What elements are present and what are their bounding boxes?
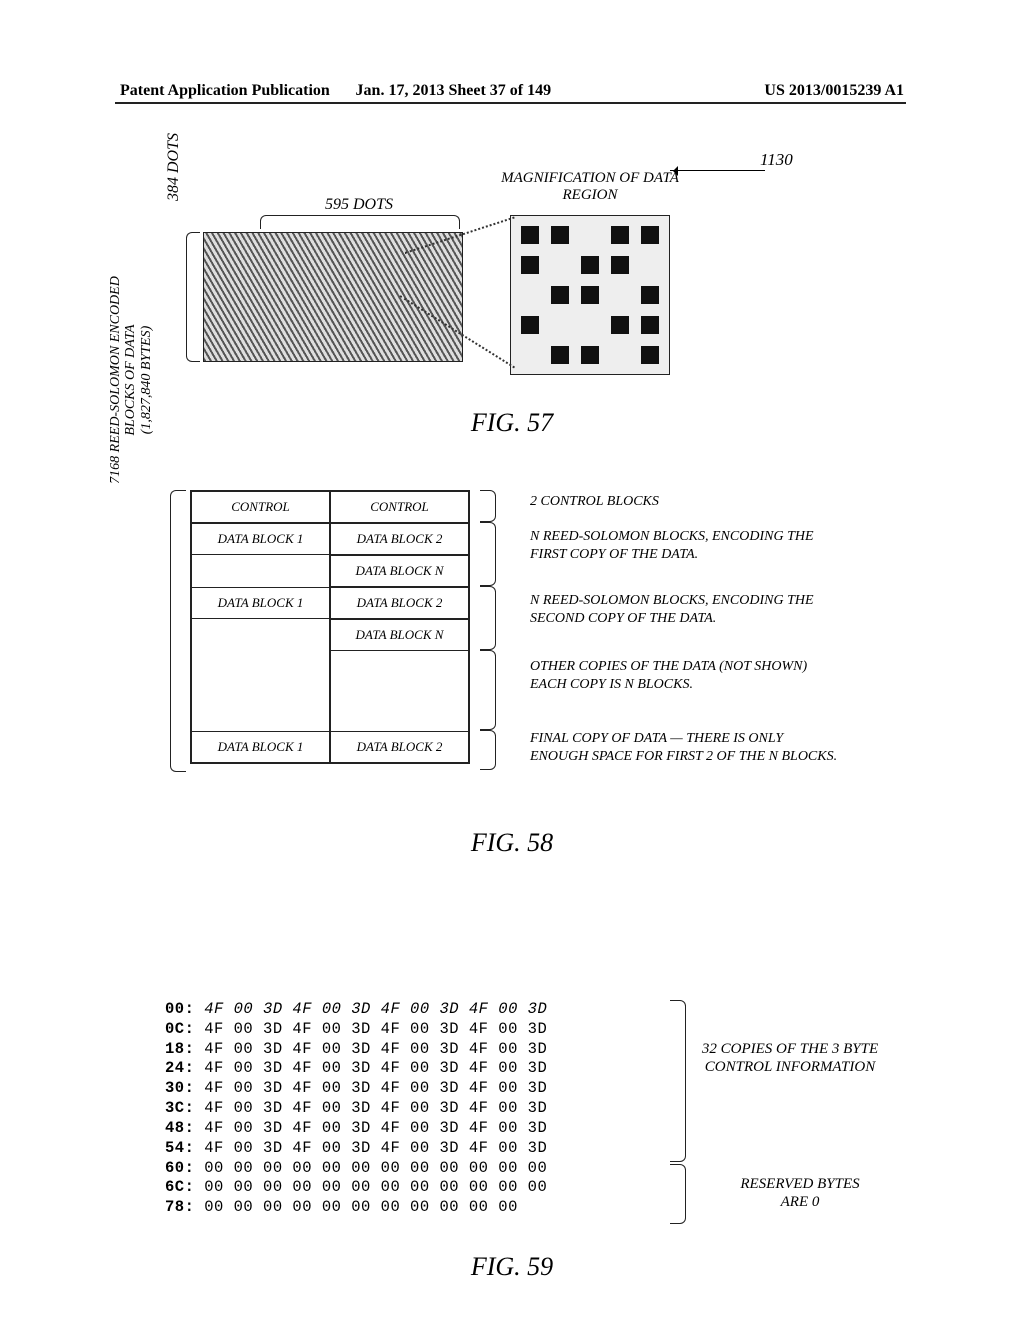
fig57-width-label: 595 DOTS — [274, 196, 444, 214]
fig58-cell-db2-b: DATA BLOCK 2 — [330, 587, 469, 619]
fig57-left-brace — [186, 232, 200, 362]
fig59-annot-2: RESERVED BYTES ARE 0 — [725, 1175, 875, 1211]
fig57-height-label: 384 DOTS — [165, 102, 183, 232]
fig58-brace-r3 — [480, 586, 496, 650]
fig58-side-label: 7168 REED-SOLOMON ENCODED BLOCKS OF DATA… — [108, 260, 154, 500]
fig59-annot-1: 32 COPIES OF THE 3 BYTE CONTROL INFORMAT… — [700, 1040, 880, 1076]
fig58-cell-control-l: CONTROL — [191, 491, 330, 523]
fig58-cell-dbn-b: DATA BLOCK N — [330, 619, 469, 651]
fig58-cell-gap-d1 — [191, 691, 330, 731]
fig57-top-brace — [260, 215, 460, 229]
fig58-cell-gap-a — [191, 555, 330, 587]
fig57-magnified-region — [510, 215, 670, 375]
figure-58: 7168 REED-SOLOMON ENCODED BLOCKS OF DATA… — [0, 460, 1024, 840]
fig58-cell-dbn-a: DATA BLOCK N — [330, 555, 469, 587]
fig57-data-region — [203, 232, 463, 362]
header-rule — [115, 102, 906, 104]
fig57-ref-arrow — [670, 170, 765, 171]
fig58-left-brace — [170, 490, 186, 772]
fig58-annot-3: N REED-SOLOMON BLOCKS, ENCODING THE SECO… — [530, 592, 840, 627]
fig58-cell-gap-c1 — [191, 651, 330, 691]
fig57-ref-num: 1130 — [760, 150, 793, 170]
fig58-annot-5: FINAL COPY OF DATA — THERE IS ONLY ENOUG… — [530, 730, 840, 765]
fig58-brace-r5 — [480, 730, 496, 770]
fig58-annot-4: OTHER COPIES OF THE DATA (NOT SHOWN) EAC… — [530, 658, 840, 693]
fig58-cell-db2-c: DATA BLOCK 2 — [330, 731, 469, 763]
fig58-cell-db1-a: DATA BLOCK 1 — [191, 523, 330, 555]
fig58-annot-1: 2 CONTROL BLOCKS — [530, 493, 840, 511]
fig58-cell-gap-d2 — [330, 691, 469, 731]
fig58-cell-db1-b: DATA BLOCK 1 — [191, 587, 330, 619]
fig58-annot-2: N REED-SOLOMON BLOCKS, ENCODING THE FIRS… — [530, 528, 840, 563]
figure-59: 00: 4F 00 3D 4F 00 3D 4F 00 3D 4F 00 3D … — [0, 1000, 1024, 1260]
fig59-brace-a — [670, 1000, 686, 1162]
fig58-cell-db1-c: DATA BLOCK 1 — [191, 731, 330, 763]
header-center: Jan. 17, 2013 Sheet 37 of 149 — [356, 82, 552, 100]
fig58-cell-gap-b — [191, 619, 330, 651]
fig58-cell-control-r: CONTROL — [330, 491, 469, 523]
fig58-brace-r4 — [480, 650, 496, 730]
fig58-caption: FIG. 58 — [0, 828, 1024, 858]
fig59-hex-dump: 00: 4F 00 3D 4F 00 3D 4F 00 3D 4F 00 3D … — [165, 1000, 547, 1218]
fig58-cell-db2-a: DATA BLOCK 2 — [330, 523, 469, 555]
fig58-cell-gap-c2 — [330, 651, 469, 691]
fig59-brace-b — [670, 1164, 686, 1224]
header-left: Patent Application Publication — [120, 82, 330, 100]
page-header: Patent Application Publication Jan. 17, … — [0, 82, 1024, 100]
fig59-caption: FIG. 59 — [0, 1252, 1024, 1282]
fig58-brace-r1 — [480, 490, 496, 522]
fig57-mag-label: MAGNIFICATION OF DATA REGION — [500, 170, 680, 205]
fig58-block-grid: CONTROL CONTROL DATA BLOCK 1 DATA BLOCK … — [190, 490, 470, 764]
fig58-brace-r2 — [480, 522, 496, 586]
header-right: US 2013/0015239 A1 — [764, 82, 904, 100]
